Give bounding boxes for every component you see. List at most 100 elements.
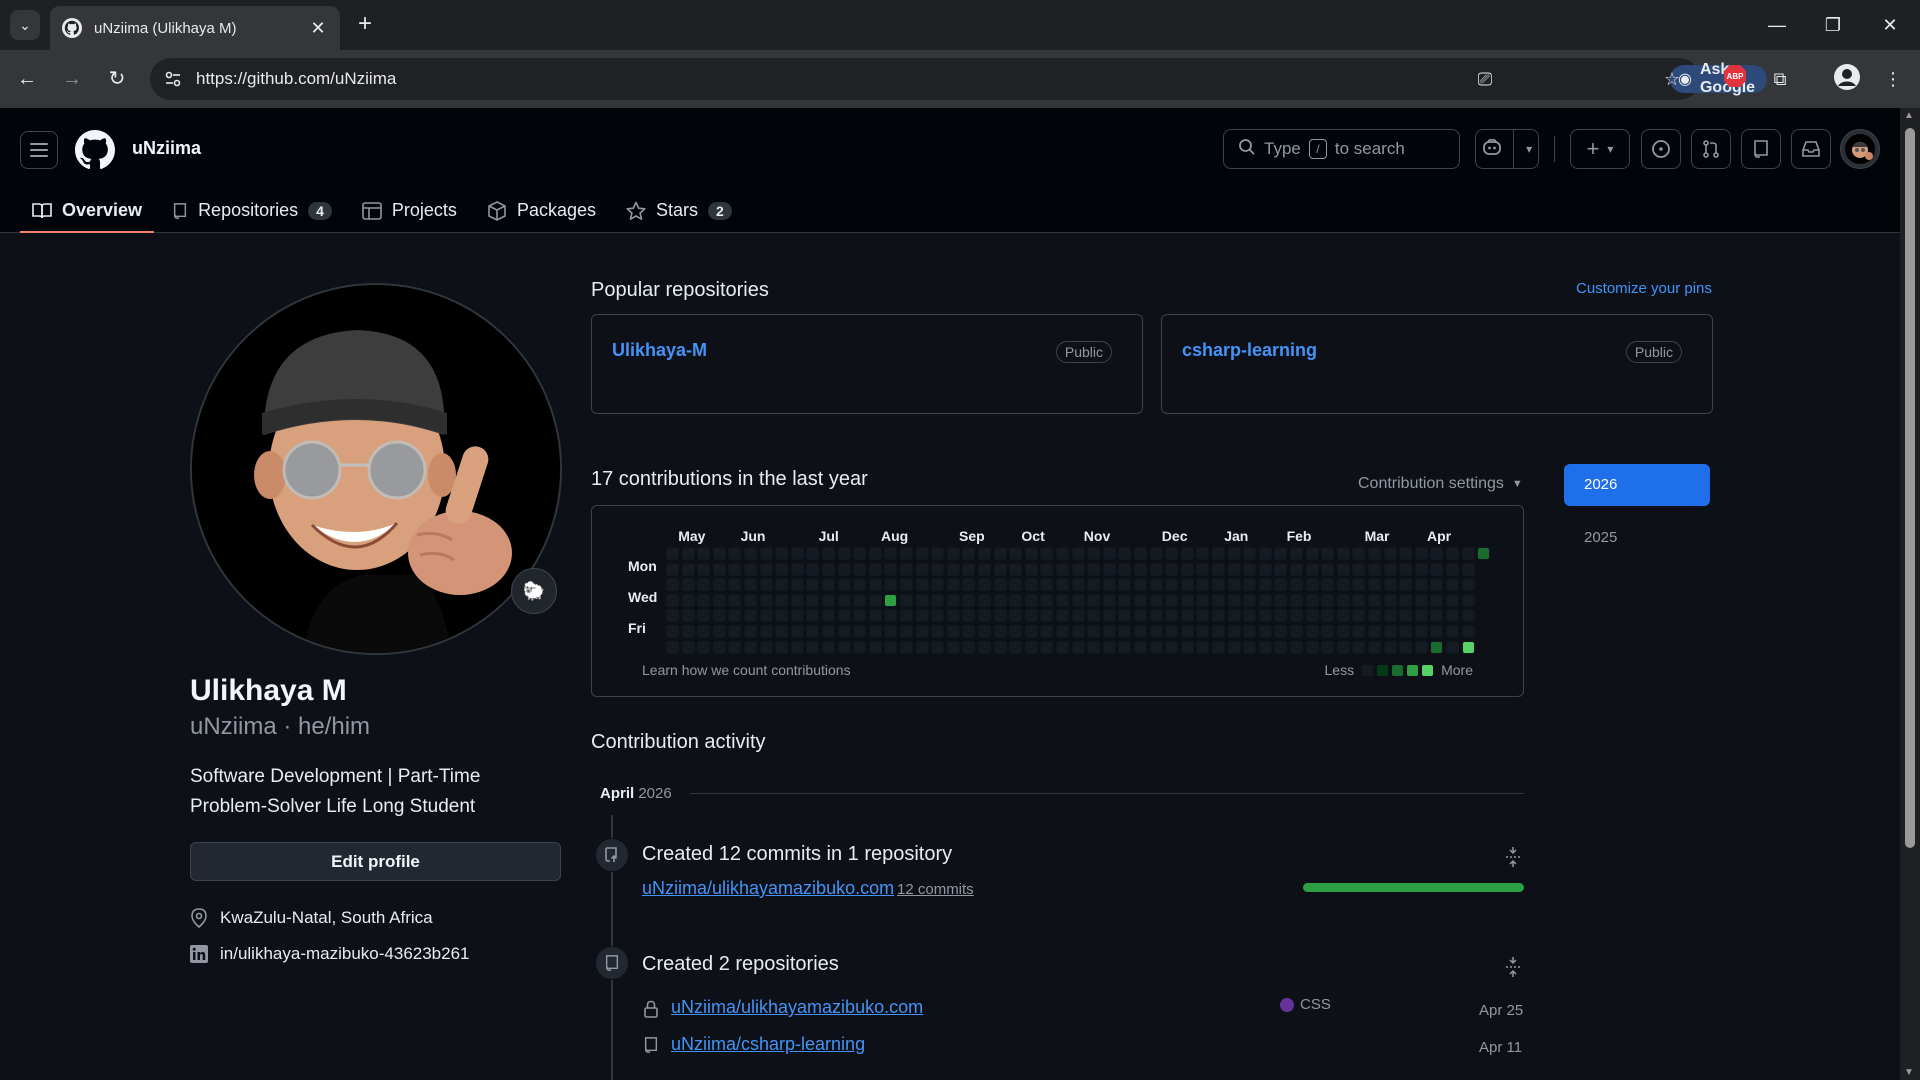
contribution-day-cell[interactable] xyxy=(1353,641,1365,653)
install-app-icon[interactable]: ⎚ xyxy=(1470,64,1500,94)
contribution-day-cell[interactable] xyxy=(901,641,912,653)
contribution-day-cell[interactable] xyxy=(838,626,850,637)
contribution-day-cell[interactable] xyxy=(729,626,741,637)
contribution-day-cell[interactable] xyxy=(791,548,803,559)
contribution-day-cell[interactable] xyxy=(1150,610,1162,622)
learn-contributions-link[interactable]: Learn how we count contributions xyxy=(642,662,851,678)
contribution-day-cell[interactable] xyxy=(1150,626,1162,637)
contribution-day-cell[interactable] xyxy=(1431,641,1443,653)
contribution-day-cell[interactable] xyxy=(1119,579,1131,591)
contribution-day-cell[interactable] xyxy=(994,641,1006,653)
contribution-day-cell[interactable] xyxy=(994,579,1006,591)
contribution-day-cell[interactable] xyxy=(854,641,866,653)
contribution-day-cell[interactable] xyxy=(698,626,710,637)
forward-button[interactable]: → xyxy=(57,64,87,94)
site-info-icon[interactable] xyxy=(158,64,188,94)
contribution-day-cell[interactable] xyxy=(963,594,975,606)
contribution-day-cell[interactable] xyxy=(1025,594,1037,606)
contribution-day-cell[interactable] xyxy=(1369,626,1380,637)
reload-button[interactable]: ↻ xyxy=(102,64,132,94)
profile-avatar[interactable] xyxy=(190,283,562,655)
contribution-day-cell[interactable] xyxy=(1244,641,1256,653)
contribution-day-cell[interactable] xyxy=(776,641,788,653)
contribution-day-cell[interactable] xyxy=(901,579,912,591)
contribution-day-cell[interactable] xyxy=(1291,626,1302,637)
created-repo-link[interactable]: uNziima/csharp-learning xyxy=(671,1034,865,1055)
contribution-day-cell[interactable] xyxy=(729,610,741,622)
contribution-day-cell[interactable] xyxy=(963,641,975,653)
contribution-day-cell[interactable] xyxy=(1291,563,1302,575)
contribution-day-cell[interactable] xyxy=(1291,641,1302,653)
contribution-day-cell[interactable] xyxy=(1400,626,1412,637)
contribution-day-cell[interactable] xyxy=(1275,641,1287,653)
contribution-day-cell[interactable] xyxy=(1291,579,1302,591)
contribution-day-cell[interactable] xyxy=(1275,548,1287,559)
contribution-day-cell[interactable] xyxy=(1369,610,1380,622)
bookmark-star-icon[interactable]: ☆ xyxy=(1657,64,1687,94)
contribution-day-cell[interactable] xyxy=(1010,641,1022,653)
contribution-day-cell[interactable] xyxy=(1072,563,1084,575)
contribution-day-cell[interactable] xyxy=(1150,563,1162,575)
contribution-day-cell[interactable] xyxy=(947,626,959,637)
contribution-day-cell[interactable] xyxy=(807,579,819,591)
contribution-day-cell[interactable] xyxy=(667,579,678,591)
contribution-day-cell[interactable] xyxy=(791,579,803,591)
contribution-day-cell[interactable] xyxy=(1462,563,1474,575)
contribution-day-cell[interactable] xyxy=(760,579,772,591)
profile-linkedin[interactable]: in/ulikhaya-mazibuko-43623b261 xyxy=(190,944,470,964)
contribution-day-cell[interactable] xyxy=(979,641,990,653)
contribution-day-cell[interactable] xyxy=(947,594,959,606)
contribution-day-cell[interactable] xyxy=(869,610,881,622)
contribution-day-cell[interactable] xyxy=(994,548,1006,559)
contribution-day-cell[interactable] xyxy=(1119,626,1131,637)
contribution-day-cell[interactable] xyxy=(1057,563,1068,575)
contribution-day-cell[interactable] xyxy=(1197,548,1209,559)
contribution-day-cell[interactable] xyxy=(698,594,710,606)
contribution-day-cell[interactable] xyxy=(667,548,678,559)
contribution-day-cell[interactable] xyxy=(1306,626,1318,637)
contribution-day-cell[interactable] xyxy=(916,563,928,575)
contribution-day-cell[interactable] xyxy=(963,548,975,559)
back-button[interactable]: ← xyxy=(12,64,42,94)
restore-button[interactable]: ❐ xyxy=(1813,10,1853,40)
contribution-day-cell[interactable] xyxy=(1072,579,1084,591)
contribution-day-cell[interactable] xyxy=(1010,626,1022,637)
contribution-day-cell[interactable] xyxy=(1400,594,1412,606)
contribution-day-cell[interactable] xyxy=(885,626,897,637)
contribution-day-cell[interactable] xyxy=(932,641,944,653)
contribution-day-cell[interactable] xyxy=(713,594,725,606)
contribution-day-cell[interactable] xyxy=(932,626,944,637)
contribution-day-cell[interactable] xyxy=(776,594,788,606)
contribution-day-cell[interactable] xyxy=(1025,610,1037,622)
contribution-day-cell[interactable] xyxy=(1369,579,1380,591)
contribution-day-cell[interactable] xyxy=(1322,594,1334,606)
contribution-day-cell[interactable] xyxy=(1228,563,1240,575)
contribution-day-cell[interactable] xyxy=(1103,626,1115,637)
contribution-day-cell[interactable] xyxy=(916,548,928,559)
pinned-repo-link[interactable]: csharp-learning xyxy=(1182,340,1317,361)
contribution-day-cell[interactable] xyxy=(932,610,944,622)
created-repo-link[interactable]: uNziima/ulikhayamazibuko.com xyxy=(671,997,923,1018)
contribution-day-cell[interactable] xyxy=(838,594,850,606)
contribution-day-cell[interactable] xyxy=(729,548,741,559)
contribution-day-cell[interactable] xyxy=(1213,579,1224,591)
contribution-day-cell[interactable] xyxy=(1166,610,1178,622)
contribution-day-cell[interactable] xyxy=(1369,563,1380,575)
contribution-day-cell[interactable] xyxy=(963,579,975,591)
contribution-day-cell[interactable] xyxy=(713,579,725,591)
contribution-day-cell[interactable] xyxy=(1244,626,1256,637)
contribution-day-cell[interactable] xyxy=(1415,594,1427,606)
contribution-day-cell[interactable] xyxy=(1259,563,1271,575)
scroll-up-icon[interactable]: ▲ xyxy=(1904,110,1914,121)
contribution-day-cell[interactable] xyxy=(682,641,694,653)
contribution-day-cell[interactable] xyxy=(1259,626,1271,637)
contribution-day-cell[interactable] xyxy=(1322,626,1334,637)
year-2026-button[interactable]: 2026 xyxy=(1564,464,1710,506)
contribution-day-cell[interactable] xyxy=(1244,610,1256,622)
contribution-day-cell[interactable] xyxy=(1041,641,1053,653)
contribution-day-cell[interactable] xyxy=(1010,610,1022,622)
contribution-day-cell[interactable] xyxy=(838,579,850,591)
contribution-day-cell[interactable] xyxy=(947,641,959,653)
contribution-day-cell[interactable] xyxy=(1462,594,1474,606)
contribution-day-cell[interactable] xyxy=(807,548,819,559)
